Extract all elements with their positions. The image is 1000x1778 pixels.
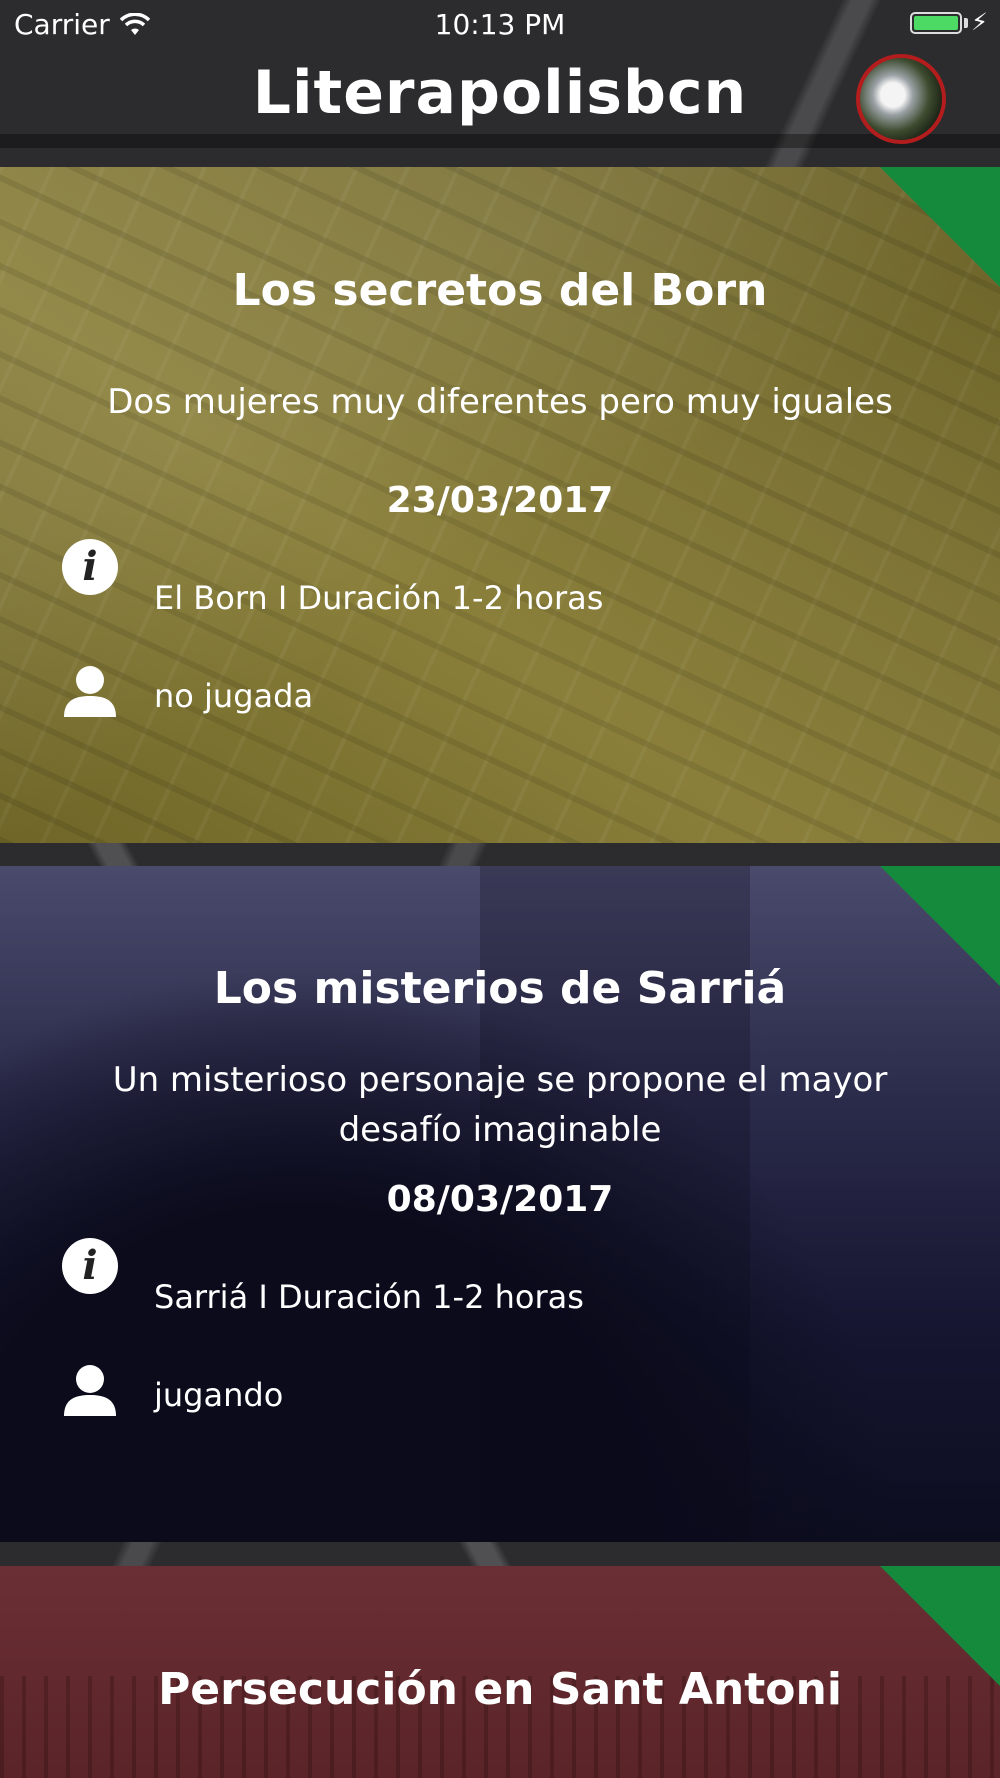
app-title: Literapolisbcn: [252, 58, 748, 128]
status-bar: Carrier 10:13 PM ⚡: [0, 0, 1000, 50]
story-card[interactable]: Los misterios de Sarriá Un misterioso pe…: [0, 866, 1000, 1542]
battery-nub: [964, 18, 968, 28]
card-title: Persecución en Sant Antoni: [158, 1664, 842, 1715]
info-icon: i: [62, 1238, 118, 1294]
info-icon: i: [62, 539, 118, 595]
story-card[interactable]: Los secretos del Born Dos mujeres muy di…: [0, 167, 1000, 843]
battery-icon: [910, 12, 962, 34]
card-title: Los secretos del Born: [232, 265, 768, 316]
card-title: Los misterios de Sarriá: [213, 963, 787, 1014]
card-info-text: El Born I Duración 1-2 horas: [154, 579, 604, 617]
card-subtitle: Dos mujeres muy diferentes pero muy igua…: [107, 382, 893, 422]
story-card[interactable]: Persecución en Sant Antoni: [0, 1566, 1000, 1778]
card-subtitle: Un misterioso personaje se propone el ma…: [112, 1060, 888, 1150]
status-time: 10:13 PM: [434, 8, 566, 41]
card-info-text: Sarriá I Duración 1-2 horas: [154, 1278, 584, 1316]
profile-avatar-button[interactable]: [856, 54, 946, 144]
user-icon: [64, 666, 116, 717]
charging-bolt-icon: ⚡: [971, 8, 988, 36]
card-status-text: jugando: [154, 1376, 284, 1414]
user-icon: [64, 1365, 116, 1416]
card-date: 23/03/2017: [386, 480, 614, 521]
header-divider: [0, 134, 1000, 148]
card-date: 08/03/2017: [386, 1179, 614, 1220]
card-status-text: no jugada: [154, 677, 314, 715]
